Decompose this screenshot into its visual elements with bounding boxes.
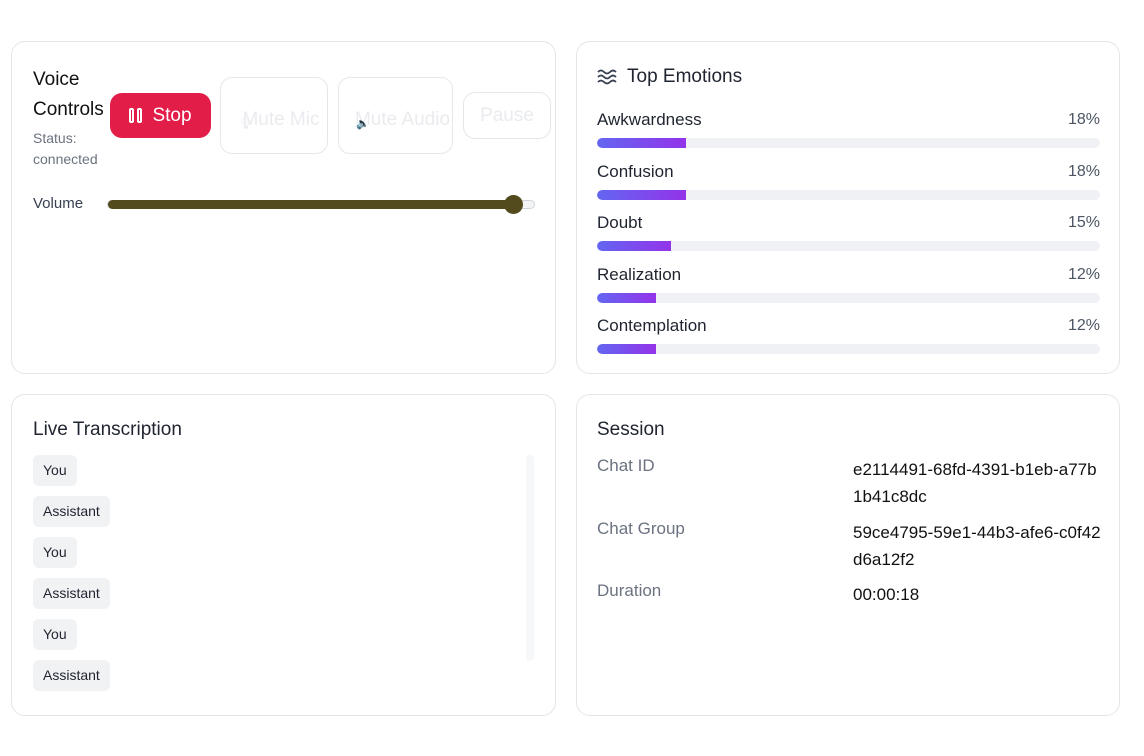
emotion-bar <box>597 292 1100 303</box>
emotion-bar <box>597 189 1100 200</box>
emotion-bar-fill <box>597 344 657 354</box>
voice-controls-title: Voice Controls <box>33 69 104 120</box>
speaker-icon: 🔈 <box>356 118 370 130</box>
session-value: e2114491-68fd-4391-b1eb-a77b1b41c8dc <box>853 460 1097 506</box>
transcription-item: Assistant <box>33 578 523 619</box>
mute-mic-button[interactable]: 🎙 Mute Mic <box>220 77 328 154</box>
pause-icon <box>129 108 143 123</box>
emotion-bar-fill <box>597 292 657 303</box>
emotion-bar-fill <box>597 138 686 148</box>
mute-audio-button[interactable]: 🔈 Mute Audio <box>338 77 453 154</box>
emotion-bar <box>597 241 1100 251</box>
emotion-name: Realization <box>597 264 682 284</box>
volume-slider[interactable] <box>107 195 535 214</box>
transcription-item: You <box>33 455 523 496</box>
connection-status: Status: connected <box>33 130 98 167</box>
stop-button[interactable]: Stop <box>110 93 211 138</box>
speaker-badge: You <box>33 455 77 486</box>
emotion-bar-fill <box>597 241 671 251</box>
speaker-badge: Assistant <box>33 660 110 691</box>
stop-button-label: Stop <box>152 104 192 126</box>
transcription-list: You Assistant You Assistant You Assistant <box>33 455 523 701</box>
speaker-badge: Assistant <box>33 496 110 527</box>
top-emotions-title: Top Emotions <box>627 66 743 87</box>
emotion-percent: 18% <box>1067 162 1100 180</box>
emotions-list: Awkwardness 18% Confusion 18% Doubt 15% Realiz… <box>597 108 1100 366</box>
emotion-row: Doubt 15% <box>597 211 1100 263</box>
mute-mic-label: Mute Mic <box>242 108 320 130</box>
waves-icon <box>597 69 617 85</box>
emotion-name: Awkwardness <box>597 110 702 129</box>
emotion-row: Realization 12% <box>597 263 1100 315</box>
volume-slider-fill <box>108 200 513 209</box>
emotion-bar-fill <box>597 189 686 200</box>
session-title: Session <box>597 419 665 440</box>
emotion-percent: 15% <box>1067 214 1100 231</box>
emotion-percent: 12% <box>1067 317 1100 334</box>
emotion-name: Doubt <box>597 213 643 232</box>
emotion-row: Awkwardness 18% <box>597 108 1100 160</box>
session-key: Chat Group <box>597 519 685 538</box>
emotion-bar <box>597 344 1100 354</box>
speaker-badge: Assistant <box>33 578 110 609</box>
emotion-row: Confusion 18% <box>597 160 1100 212</box>
speaker-badge: You <box>33 619 77 650</box>
transcription-item: Assistant <box>33 496 523 537</box>
emotion-row: Contemplation 12% <box>597 314 1100 366</box>
session-key: Chat ID <box>597 456 655 475</box>
transcription-item: You <box>33 619 523 660</box>
emotion-name: Confusion <box>597 161 674 181</box>
emotion-percent: 12% <box>1067 265 1100 283</box>
speaker-badge: You <box>33 537 77 568</box>
emotion-name: Contemplation <box>597 316 707 335</box>
emotion-percent: 18% <box>1067 111 1100 128</box>
transcription-scrollbar[interactable] <box>526 455 534 661</box>
session-key: Duration <box>597 581 662 600</box>
voice-controls-card: Voice Controls Status: connected Stop 🎙 … <box>11 41 556 374</box>
pause-button[interactable]: Pause <box>463 92 551 139</box>
session-value: 59ce4795-59e1-44b3-afe6-c0f42d6a12f2 <box>853 523 1101 569</box>
transcription-item: Assistant <box>33 660 523 701</box>
microphone-icon: 🎙 <box>238 118 252 130</box>
emotion-bar <box>597 138 1100 148</box>
pause-button-label: Pause <box>480 105 534 126</box>
session-value: 00:00:18 <box>853 585 920 604</box>
live-transcription-card: Live Transcription You Assistant You Assist… <box>11 394 556 716</box>
volume-label: Volume <box>33 195 84 212</box>
session-card: Session Chat ID e2114491-68fd-4391-b1eb-… <box>576 394 1120 716</box>
live-transcription-title: Live Transcription <box>33 419 182 440</box>
volume-slider-thumb[interactable] <box>503 195 523 214</box>
top-emotions-card: Top Emotions Awkwardness 18% Confusion 18% D… <box>576 41 1120 374</box>
transcription-item: You <box>33 537 523 578</box>
